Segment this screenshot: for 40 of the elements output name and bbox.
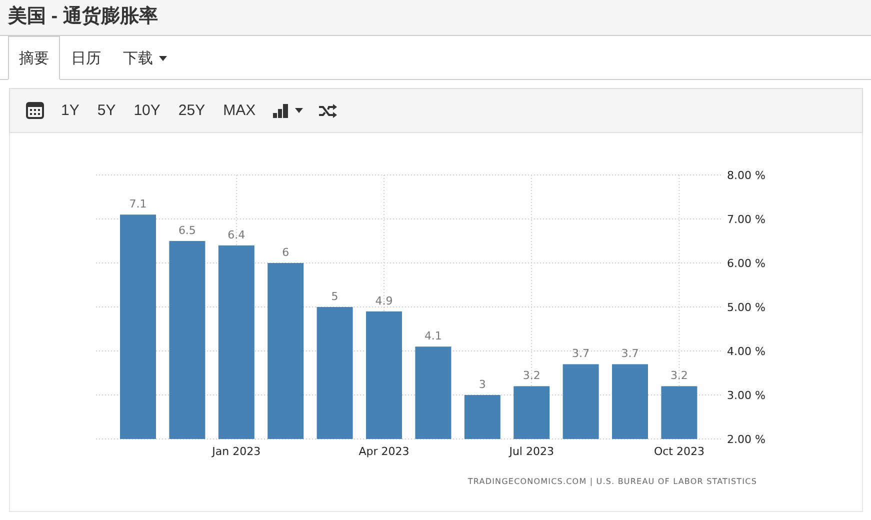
- bar: [661, 386, 698, 439]
- axis-label: Jan 2023: [212, 445, 261, 458]
- shuffle-icon: [318, 104, 337, 118]
- range-button[interactable]: 10Y: [124, 98, 170, 123]
- data-label: 6: [282, 246, 290, 259]
- range-button[interactable]: 1Y: [52, 98, 88, 123]
- data-label: 3: [478, 378, 486, 391]
- axis-label: 5.00 %: [727, 301, 766, 314]
- page-title: 美国 - 通货膨胀率: [6, 4, 159, 29]
- tab[interactable]: 下载: [112, 36, 178, 80]
- data-label: 6.4: [228, 228, 246, 242]
- bar-chart-icon: [272, 104, 289, 118]
- axis-label: 8.00 %: [727, 169, 766, 182]
- data-label: 7.1: [129, 198, 147, 211]
- data-label: 3.2: [670, 369, 688, 382]
- bar: [514, 386, 550, 439]
- caret-icon: [294, 108, 303, 113]
- data-label: 3.7: [621, 347, 639, 360]
- data-label: 5: [331, 290, 338, 303]
- axis-label: Oct 2023: [654, 445, 704, 458]
- source-text: TRADINGECONOMICS.COM | U.S. BUREAU OF LABOR STATISTICS: [468, 477, 757, 486]
- axis-label: 4.00 %: [727, 345, 766, 358]
- axis-label: Jul 2023: [509, 445, 554, 458]
- axis-label: 2.00 %: [727, 433, 766, 446]
- data-label: 4.9: [375, 294, 393, 308]
- data-label: 4.1: [424, 330, 442, 343]
- axis-label: 3.00 %: [727, 389, 766, 402]
- bar: [464, 395, 500, 439]
- data-label: 6.5: [178, 224, 196, 237]
- data-label: 3.7: [572, 347, 590, 360]
- calendar-icon: [26, 102, 44, 119]
- axis-label: 6.00 %: [727, 257, 766, 270]
- axis-label: Apr 2023: [358, 445, 410, 458]
- range-button[interactable]: MAX: [214, 98, 265, 123]
- axis-label: 7.00 %: [727, 213, 766, 226]
- tab[interactable]: 日历: [60, 36, 112, 80]
- tab[interactable]: 摘要: [8, 36, 60, 80]
- data-label: 3.2: [522, 369, 540, 382]
- range-button[interactable]: 5Y: [88, 98, 125, 123]
- range-button[interactable]: 25Y: [169, 98, 214, 123]
